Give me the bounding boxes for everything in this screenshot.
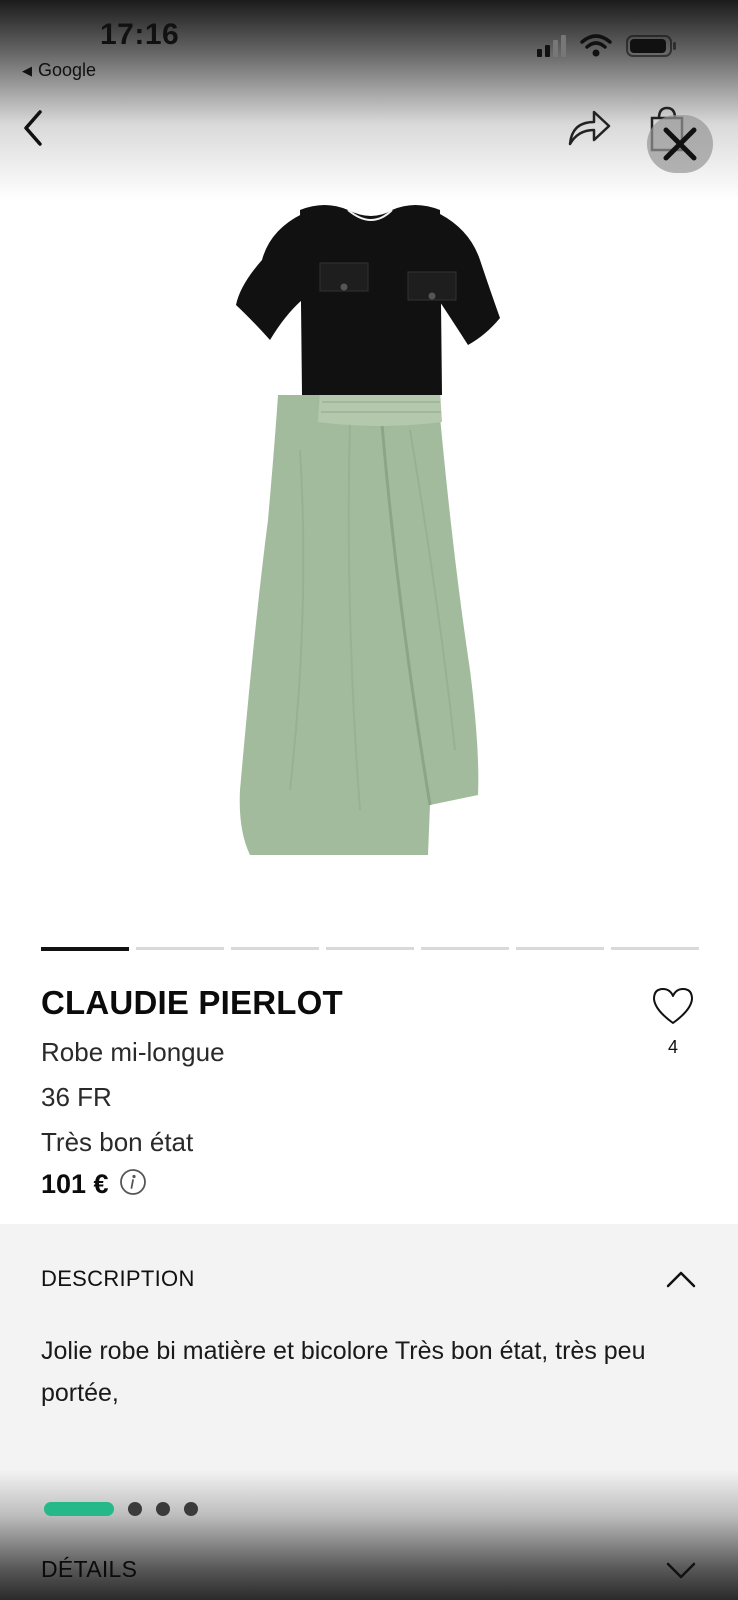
carousel-segment[interactable] [516,947,604,950]
signal-icon [537,35,566,57]
product-condition: Très bon état [41,1127,194,1157]
description-toggle[interactable]: DESCRIPTION [41,1266,697,1292]
details-title: DÉTAILS [41,1556,138,1582]
back-to-app-link[interactable]: ◀ Google [22,60,96,81]
product-price: 101 € [41,1169,109,1199]
description-title: DESCRIPTION [41,1266,195,1291]
back-button[interactable] [20,108,46,153]
favorite-button[interactable]: 4 [648,986,698,1058]
close-icon [663,127,697,161]
image-carousel-indicator [41,947,699,951]
back-triangle-icon: ◀ [22,62,32,78]
share-button[interactable] [566,108,612,153]
product-page: 17:16 ◀ Google CLAUDIE PIERLOT Robe mi-l… [0,0,738,1600]
price-row: 101 € [41,1168,147,1201]
dress-illustration [236,205,500,855]
page-indicator-active[interactable] [44,1502,114,1516]
status-icons [537,34,678,58]
carousel-segment[interactable] [136,947,224,950]
product-type: Robe mi-longue [41,1037,225,1067]
carousel-segment[interactable] [326,947,414,950]
page-indicator-dot[interactable] [184,1502,198,1516]
details-toggle[interactable]: DÉTAILS [41,1556,697,1583]
close-button[interactable] [647,115,713,173]
back-app-label: Google [38,60,97,80]
carousel-segment[interactable] [421,947,509,950]
page-indicator [44,1502,198,1516]
wifi-icon [580,34,612,57]
favorites-count: 4 [667,1037,678,1057]
page-indicator-dot[interactable] [156,1502,170,1516]
share-icon [568,110,611,146]
battery-icon [626,35,676,57]
carousel-segment[interactable] [231,947,319,950]
carousel-segment[interactable] [41,947,129,951]
chevron-up-icon [666,1271,696,1288]
chevron-left-icon [24,110,42,146]
chevron-down-icon [666,1562,696,1578]
product-brand: CLAUDIE PIERLOT [41,984,343,1021]
info-icon [119,1169,146,1195]
info-button[interactable] [119,1168,147,1201]
carousel-segment[interactable] [611,947,699,950]
description-text: Jolie robe bi matière et bicolore Très b… [41,1337,646,1407]
product-image[interactable] [0,190,738,900]
page-indicator-dot[interactable] [128,1502,142,1516]
product-size: 36 FR [41,1082,112,1112]
heart-icon [653,988,693,1024]
status-time: 17:16 [100,18,180,51]
